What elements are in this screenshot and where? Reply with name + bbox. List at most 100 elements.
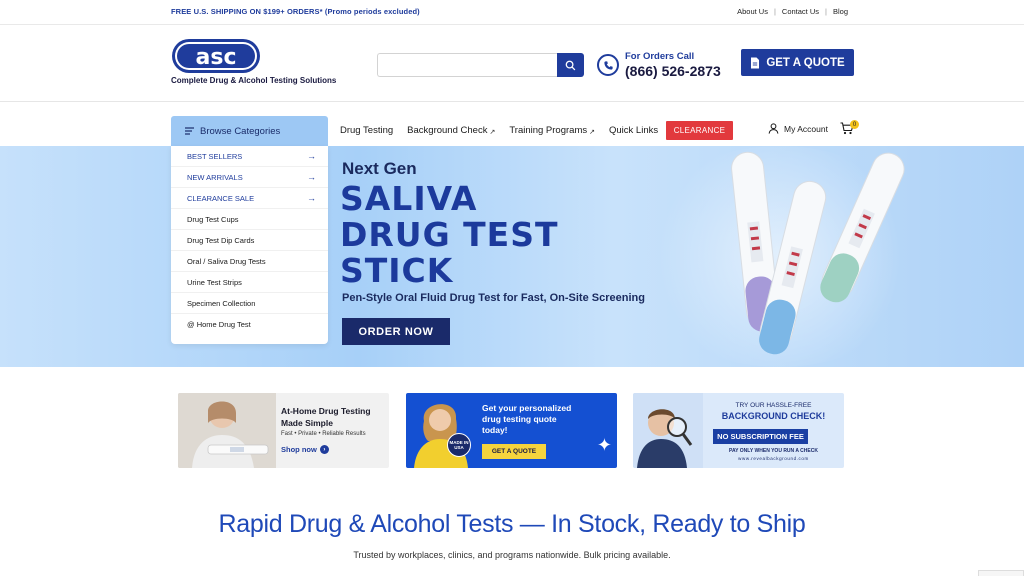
category-label: Drug Test Cups [187,214,239,224]
promo-bg-title: BACKGROUND CHECK! [721,411,826,421]
menu-icon [185,127,194,135]
top-links: About Us | Contact Us | Blog [737,7,848,16]
promo-bg-eyebrow: TRY OUR HASSLE-FREE [735,402,812,409]
category-label: Specimen Collection [187,298,256,308]
man-with-magnifier-image [633,393,703,468]
arrow-right-icon: → [307,172,316,182]
category-drug-test-cups[interactable]: Drug Test Cups [171,209,328,230]
promo-bg-note: PAY ONLY WHEN YOU RUN A CHECK [729,448,818,454]
phone-number[interactable]: (866) 526-2873 [625,63,721,79]
hero-title-line: STICK [340,251,454,290]
search-bar [377,53,584,77]
promo-get-a-quote-button[interactable]: GET A QUOTE [482,444,546,459]
divider: | [825,7,827,16]
arrow-right-icon: → [307,151,316,161]
category-oral-saliva-drug-tests[interactable]: Oral / Saliva Drug Tests [171,251,328,272]
category-label: NEW ARRIVALS [187,172,243,182]
category-label: Oral / Saliva Drug Tests [187,256,266,266]
hero-banner[interactable]: Next Gen SALIVA DRUG TEST STICK Pen-Styl… [0,146,1024,367]
shop-now-link[interactable]: Shop now › [281,445,329,454]
browse-categories-label: Browse Categories [200,125,281,137]
blog-link[interactable]: Blog [833,7,848,16]
category-label: CLEARANCE SALE [187,193,255,203]
category-label: Drug Test Dip Cards [187,235,255,245]
nav-menu: Drug Testing Background Check ↗ Training… [340,124,672,137]
promo-quote-title: Get your personalized drug testing quote… [482,403,602,436]
nav-item-label: Quick Links [609,124,659,136]
document-icon [751,57,760,68]
nav-item-label: Drug Testing [340,124,394,136]
asc-logo-mark: asc [172,39,260,73]
category-specimen-collection[interactable]: Specimen Collection [171,293,328,314]
hero-tagline: Pen-Style Oral Fluid Drug Test for Fast,… [342,292,645,304]
made-in-usa-badge: MADE IN USA [447,433,471,457]
saliva-test-sticks-image [731,151,905,355]
smiling-woman-image [414,404,468,468]
promo-card-home-testing[interactable]: At-Home Drug Testing Made Simple Fast • … [178,393,389,468]
contact-us-link[interactable]: Contact Us [782,7,819,16]
promo-home-title: At-Home Drug Testing Made Simple [281,405,371,429]
nav-item-quick-links[interactable]: Quick Links [609,124,658,136]
floating-widget-tab[interactable] [978,570,1024,576]
hero-title-line: SALIVA [340,179,478,218]
promo-card-quote[interactable]: MADE IN USA Get your personalized drug t… [406,393,617,468]
external-link-icon: ↗ [489,129,496,136]
hero-title-line: DRUG TEST [340,215,559,254]
category-label: Urine Test Strips [187,277,242,287]
nav-item-drug-testing[interactable]: Drug Testing [340,124,393,136]
no-subscription-fee-badge: NO SUBSCRIPTION FEE [713,429,808,444]
phone-label: For Orders Call [625,51,695,62]
promo-home-title-line: Made Simple [281,418,333,428]
order-now-button[interactable]: ORDER NOW [342,318,450,345]
promo-bg-url: www.revealbackground.com [738,456,809,461]
divider: | [773,7,776,16]
promo-quote-title-line: drug testing quote [482,414,557,424]
category-drug-test-dip-cards[interactable]: Drug Test Dip Cards [171,230,328,251]
phone-icon [597,54,619,76]
arrow-right-icon: → [307,193,316,203]
get-a-quote-label: GET A QUOTE [766,56,845,69]
nav-item-label: Training Programs [509,124,588,136]
user-icon [768,123,779,134]
site-header: asc Complete Drug & Alcohol Testing Solu… [0,25,1024,102]
browse-categories-button[interactable]: Browse Categories [171,116,328,146]
sparkle-icon: ✦ [596,435,612,455]
my-account-link[interactable]: My Account [768,123,828,134]
hero-eyebrow: Next Gen [342,159,417,178]
category-label: BEST SELLERS [187,151,243,161]
my-account-label: My Account [784,123,828,134]
main-navigation: Browse Categories Drug Testing Backgroun… [0,103,1024,146]
promo-card-background-check[interactable]: TRY OUR HASSLE-FREE BACKGROUND CHECK! NO… [633,393,844,468]
promo-home-title-line: At-Home Drug Testing [281,406,371,416]
category-urine-test-strips[interactable]: Urine Test Strips [171,272,328,293]
shop-now-label: Shop now [281,445,317,454]
category-dropdown: BEST SELLERS → NEW ARRIVALS → CLEARANCE … [171,146,328,344]
nav-item-label: Background Check [407,124,488,136]
category-new-arrivals[interactable]: NEW ARRIVALS → [171,167,328,188]
promo-home-features: Fast • Private • Reliable Results [281,431,366,437]
top-bar: FREE U.S. SHIPPING ON $199+ ORDERS* (Pro… [0,0,1024,25]
category-home-drug-test[interactable]: @ Home Drug Test [171,314,328,335]
promo-quote-title-line: Get your personalized [482,403,572,413]
search-button[interactable] [557,53,584,77]
cart-button[interactable]: 0 [840,120,860,138]
cart-count-badge: 0 [850,120,859,129]
section-title: Rapid Drug & Alcohol Tests — In Stock, R… [218,510,806,538]
clearance-button[interactable]: CLEARANCE [666,121,733,140]
external-link-icon: ↗ [589,129,595,136]
logo-tagline: Complete Drug & Alcohol Testing Solution… [171,76,337,85]
category-clearance-sale[interactable]: CLEARANCE SALE → [171,188,328,209]
about-us-link[interactable]: About Us [737,7,768,16]
phone-contact[interactable]: For Orders Call (866) 526-2873 [597,51,721,79]
search-icon [565,60,576,70]
get-a-quote-button[interactable]: GET A QUOTE [741,49,854,76]
nav-item-training-programs[interactable]: Training Programs ↗ [509,124,595,137]
section-subtitle: Trusted by workplaces, clinics, and prog… [353,550,671,560]
shipping-promo-text: FREE U.S. SHIPPING ON $199+ ORDERS* (Pro… [171,7,420,16]
category-best-sellers[interactable]: BEST SELLERS → [171,146,328,167]
hero-title: SALIVA DRUG TEST STICK [340,181,559,289]
nav-item-background-check[interactable]: Background Check ↗ [407,124,496,137]
search-input[interactable] [377,53,557,77]
asc-logo[interactable]: asc [171,38,261,74]
chevron-right-icon: › [319,445,329,454]
